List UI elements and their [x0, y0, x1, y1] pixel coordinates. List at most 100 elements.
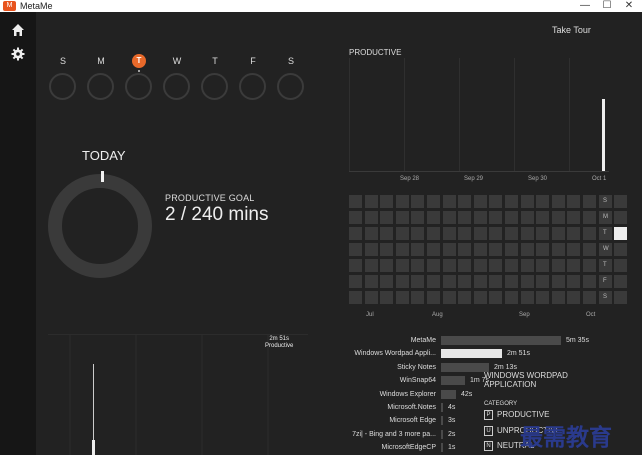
day-label[interactable]: F — [243, 56, 263, 66]
heatmap-cell[interactable] — [473, 211, 487, 224]
day-circle[interactable] — [49, 73, 76, 100]
heatmap-cell[interactable] — [442, 291, 456, 304]
day-circle[interactable] — [87, 73, 114, 100]
heatmap-cell[interactable] — [427, 211, 440, 224]
heatmap-cell[interactable] — [411, 227, 425, 240]
heatmap-cell[interactable] — [349, 275, 362, 288]
heatmap-cell[interactable] — [520, 227, 534, 240]
heatmap-cell[interactable] — [536, 195, 550, 208]
heatmap-cell[interactable] — [411, 291, 425, 304]
heatmap-cell[interactable] — [458, 227, 472, 240]
day-circle[interactable] — [239, 73, 266, 100]
day-circle[interactable] — [277, 73, 304, 100]
heatmap-cell[interactable] — [520, 243, 534, 256]
heatmap-cell[interactable] — [473, 275, 487, 288]
heatmap-cell[interactable] — [427, 275, 440, 288]
heatmap-cell[interactable] — [364, 291, 378, 304]
heatmap-cell[interactable] — [505, 227, 518, 240]
heatmap-cell[interactable] — [536, 211, 550, 224]
heatmap-cell[interactable] — [395, 243, 409, 256]
heatmap-cell[interactable] — [380, 243, 394, 256]
heatmap-cell[interactable] — [583, 259, 596, 272]
heatmap-cell[interactable] — [473, 195, 487, 208]
heatmap-cell[interactable] — [349, 211, 362, 224]
home-icon[interactable] — [11, 23, 25, 37]
heatmap-cell[interactable] — [583, 227, 596, 240]
heatmap-cell[interactable] — [442, 195, 456, 208]
app-name[interactable]: MetaMe — [326, 336, 436, 345]
heatmap-cell[interactable] — [427, 195, 440, 208]
heatmap-cell[interactable] — [473, 243, 487, 256]
heatmap-cell[interactable] — [364, 211, 378, 224]
heatmap-cell[interactable] — [489, 243, 503, 256]
app-usage-bar[interactable] — [441, 390, 456, 399]
heatmap-cell[interactable] — [567, 195, 581, 208]
heatmap-cell[interactable] — [520, 259, 534, 272]
heatmap-cell[interactable] — [458, 259, 472, 272]
heatmap-cell[interactable] — [505, 259, 518, 272]
app-name[interactable]: 7zi| - Bing and 3 more pa... — [326, 430, 436, 439]
heatmap-cell[interactable] — [551, 259, 565, 272]
app-name[interactable]: Microsoft Edge — [326, 416, 436, 425]
heatmap-cell[interactable] — [442, 227, 456, 240]
heatmap-cell[interactable] — [505, 195, 518, 208]
heatmap-cell[interactable] — [551, 291, 565, 304]
day-label[interactable]: W — [167, 56, 187, 66]
heatmap-cell[interactable] — [489, 195, 503, 208]
heatmap-cell[interactable] — [551, 275, 565, 288]
heatmap-cell[interactable] — [364, 195, 378, 208]
app-name[interactable]: WinSnap64 — [326, 376, 436, 385]
app-usage-bar[interactable] — [441, 430, 443, 439]
heatmap-cell[interactable] — [458, 291, 472, 304]
heatmap-cell[interactable] — [489, 227, 503, 240]
heatmap-cell[interactable] — [520, 211, 534, 224]
heatmap-cell[interactable] — [427, 227, 440, 240]
heatmap-cell[interactable] — [442, 211, 456, 224]
heatmap-cell[interactable] — [567, 227, 581, 240]
heatmap-cell[interactable] — [505, 291, 518, 304]
heatmap-cell[interactable] — [536, 243, 550, 256]
heatmap-cell[interactable] — [349, 195, 362, 208]
app-name[interactable]: Microsoft.Notes — [326, 403, 436, 412]
app-usage-bar[interactable] — [441, 416, 443, 425]
heatmap-cell[interactable] — [489, 259, 503, 272]
heatmap-cell[interactable] — [505, 243, 518, 256]
app-usage-bar[interactable] — [441, 349, 502, 358]
app-usage-bar[interactable] — [441, 363, 489, 372]
heatmap-cell[interactable] — [458, 211, 472, 224]
heatmap-cell[interactable] — [380, 275, 394, 288]
app-usage-bar[interactable] — [441, 336, 561, 345]
heatmap-cell[interactable] — [458, 243, 472, 256]
heatmap-cell[interactable] — [567, 259, 581, 272]
heatmap-cell[interactable] — [380, 211, 394, 224]
gear-icon[interactable] — [11, 47, 25, 61]
heatmap-cell[interactable] — [442, 275, 456, 288]
heatmap-cell[interactable] — [349, 243, 362, 256]
heatmap-cell[interactable] — [473, 259, 487, 272]
heatmap-cell[interactable] — [583, 211, 596, 224]
heatmap-cell[interactable] — [505, 211, 518, 224]
heatmap-cell[interactable] — [411, 259, 425, 272]
app-usage-bar[interactable] — [441, 376, 465, 385]
heatmap-cell-active[interactable] — [614, 227, 628, 240]
heatmap-cell[interactable] — [364, 227, 378, 240]
heatmap-cell[interactable] — [364, 259, 378, 272]
heatmap-cell[interactable] — [395, 259, 409, 272]
heatmap-cell[interactable] — [411, 275, 425, 288]
heatmap-cell[interactable] — [380, 291, 394, 304]
heatmap-cell[interactable] — [395, 291, 409, 304]
heatmap-cell[interactable] — [583, 291, 596, 304]
day-circle[interactable] — [201, 73, 228, 100]
take-tour-button[interactable]: Take Tour — [552, 25, 591, 35]
heatmap-cell[interactable] — [427, 259, 440, 272]
app-usage-bar[interactable] — [441, 443, 443, 452]
heatmap-cell[interactable] — [551, 195, 565, 208]
day-label[interactable]: S — [281, 56, 301, 66]
heatmap-cell[interactable] — [427, 291, 440, 304]
heatmap-cell[interactable] — [458, 195, 472, 208]
heatmap-cell[interactable] — [395, 211, 409, 224]
heatmap-cell[interactable] — [458, 275, 472, 288]
heatmap-cell[interactable] — [567, 243, 581, 256]
day-circle[interactable] — [163, 73, 190, 100]
day-label[interactable]: T — [205, 56, 225, 66]
